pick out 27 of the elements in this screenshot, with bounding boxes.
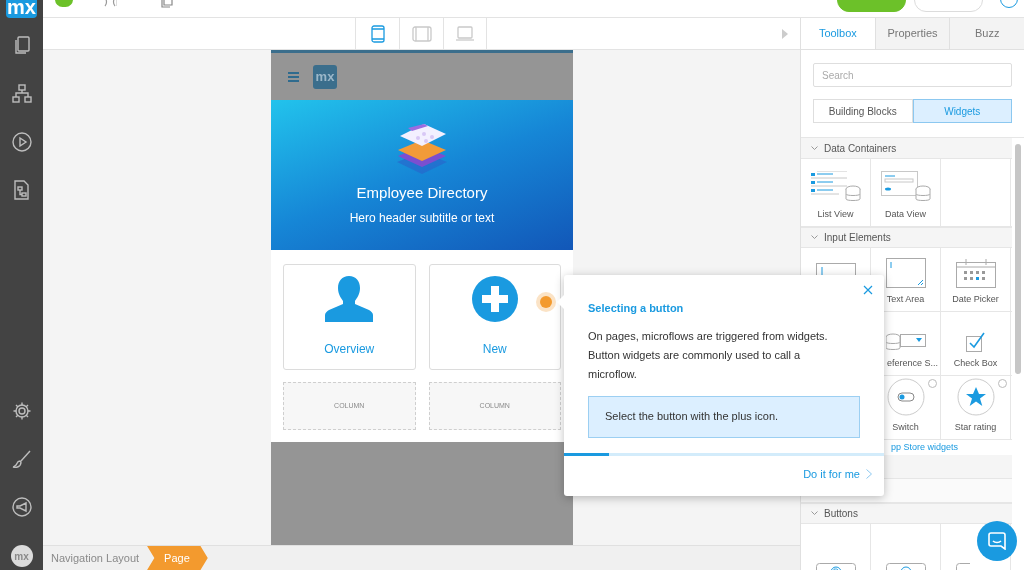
widget-tile[interactable]: Date Picker: [941, 248, 1011, 311]
page-button[interactable]: New: [428, 264, 561, 370]
section-header[interactable]: Input Elements: [801, 227, 1012, 248]
popover-text: On pages, microflows are triggered from widgets. Button widgets are commonly used to call a microflow.: [588, 328, 829, 382]
widget-tile[interactable]: Star rating: [941, 376, 1011, 439]
mode-toggle[interactable]: Widgets: [912, 99, 1012, 123]
user-avatar[interactable]: mx: [10, 545, 33, 567]
panel-tab[interactable]: Properties: [874, 18, 950, 49]
section-header[interactable]: Data Containers: [801, 138, 1012, 159]
breadcrumb-item[interactable]: Page: [147, 546, 208, 570]
breadcrumb-item[interactable]: Navigation Layout: [43, 546, 148, 570]
instruction-box: Select the button with the plus icon.: [588, 395, 860, 438]
section-header[interactable]: Buttons: [801, 503, 1012, 524]
store-link[interactable]: pp Store widgets: [891, 440, 959, 455]
app-logo[interactable]: mx: [6, 0, 37, 18]
popover-title: Selecting a button: [588, 301, 685, 316]
panel-tab[interactable]: Buzz: [949, 18, 1024, 49]
widget-tile[interactable]: List View: [801, 159, 871, 226]
hero-title: Employee Directory: [356, 184, 488, 202]
page-button[interactable]: Overview: [283, 264, 416, 370]
widget-tile[interactable]: Data View: [871, 159, 941, 226]
app-logo: mx: [313, 64, 337, 89]
mode-toggle[interactable]: Building Blocks: [813, 99, 913, 123]
search-field[interactable]: Search: [813, 63, 1012, 87]
hero-subtitle: Hero header subtitle or text: [349, 211, 495, 225]
do-it-link[interactable]: Do it for me: [803, 465, 872, 482]
widget-tile[interactable]: Check Box: [941, 312, 1011, 375]
